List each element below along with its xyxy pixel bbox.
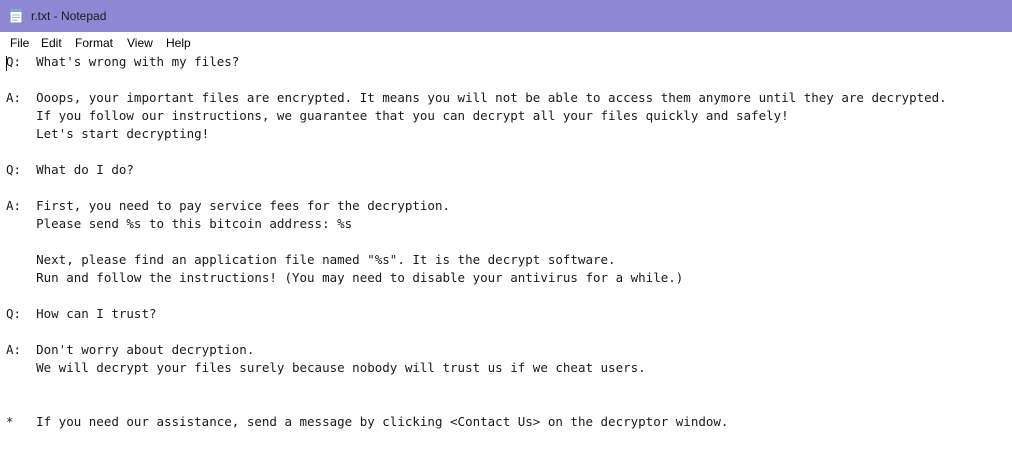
menu-view[interactable]: View [127, 36, 153, 50]
text-line: Q: What's wrong with my files? [6, 54, 240, 69]
menu-edit[interactable]: Edit [41, 36, 62, 50]
text-line: A: Don't worry about decryption. [6, 342, 255, 357]
text-line: A: First, you need to pay service fees f… [6, 198, 451, 213]
text-line: Q: How can I trust? [6, 306, 157, 321]
text-line: Run and follow the instructions! (You ma… [6, 270, 684, 285]
menu-help[interactable]: Help [166, 36, 191, 50]
menu-bar: File Edit Format View Help [0, 32, 1012, 53]
notepad-icon [9, 9, 23, 24]
menu-file[interactable]: File [10, 36, 29, 50]
text-editor[interactable]: Q: What's wrong with my files? A: Ooops,… [0, 53, 1012, 451]
title-bar[interactable]: r.txt - Notepad [0, 0, 1012, 32]
text-line: Please send %s to this bitcoin address: … [6, 216, 353, 231]
menu-format[interactable]: Format [75, 36, 113, 50]
notepad-window: r.txt - Notepad File Edit Format View He… [0, 0, 1012, 451]
text-line: Let's start decrypting! [6, 126, 210, 141]
text-line: If you follow our instructions, we guara… [6, 108, 789, 123]
text-line: Q: What do I do? [6, 162, 134, 177]
window-title: r.txt - Notepad [31, 9, 107, 23]
text-line: Next, please find an application file na… [6, 252, 616, 267]
text-line: We will decrypt your files surely becaus… [6, 360, 646, 375]
text-line: A: Ooops, your important files are encry… [6, 90, 947, 105]
text-line: * If you need our assistance, send a mes… [6, 414, 729, 429]
